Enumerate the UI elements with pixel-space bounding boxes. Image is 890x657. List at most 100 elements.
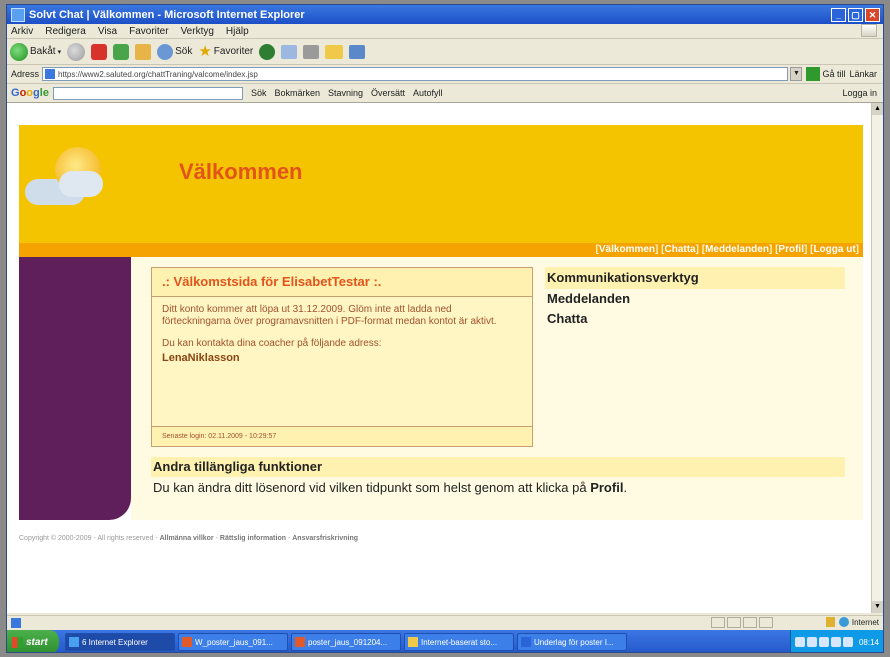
communication-tools: Kommunikationsverktyg Meddelanden Chatta xyxy=(545,267,845,329)
ie-status-icon xyxy=(11,618,21,628)
folder-icon xyxy=(325,44,344,59)
taskbar-item-poster1[interactable]: W_poster_jaus_091... xyxy=(178,633,288,651)
word-icon xyxy=(521,637,531,647)
other-functions: Andra tillängliga funktioner Du kan ändr… xyxy=(151,457,845,499)
taskbar-item-ie[interactable]: 6 Internet Explorer xyxy=(65,633,175,651)
forward-arrow-icon xyxy=(67,42,86,61)
tray-icon[interactable] xyxy=(842,637,853,647)
menu-help[interactable]: Hjälp xyxy=(226,26,249,37)
coach-contact-text: Du kan kontakta dina coacher på följande… xyxy=(162,338,382,349)
security-zone: Internet xyxy=(825,617,879,627)
close-button[interactable]: ✕ xyxy=(865,7,880,22)
tool-chat-link[interactable]: Chatta xyxy=(545,309,845,329)
cloud-icon xyxy=(59,171,103,197)
site-container: Välkommen [Välkommen] [Chatta] [Meddelan… xyxy=(19,125,863,520)
powerpoint-icon xyxy=(182,637,192,647)
google-spelling-button[interactable]: Stavning xyxy=(328,88,363,98)
google-autofill-button[interactable]: Autofyll xyxy=(413,88,443,98)
page-icon xyxy=(45,69,56,79)
menu-bar: Arkiv Redigera Visa Favoriter Verktyg Hj… xyxy=(7,24,883,39)
nav-chat[interactable]: Chatta xyxy=(664,244,695,255)
messenger-button[interactable] xyxy=(349,44,366,59)
taskbar-item-poster2[interactable]: poster_jaus_091204... xyxy=(291,633,401,651)
footer-link-legal[interactable]: Rättslig information xyxy=(220,535,286,542)
welcome-heading: .: Välkomstsida för ElisabetTestar :. xyxy=(152,268,532,297)
tray-icon[interactable] xyxy=(830,637,841,647)
google-signin-button[interactable]: Logga in xyxy=(842,88,877,98)
tool-messages-link[interactable]: Meddelanden xyxy=(545,289,845,309)
vertical-scrollbar[interactable]: ▲ ▼ xyxy=(871,103,883,613)
stop-button[interactable] xyxy=(91,43,108,60)
scroll-down-icon[interactable]: ▼ xyxy=(872,601,883,613)
favorites-button[interactable]: ★ Favoriter xyxy=(198,42,253,60)
status-cell xyxy=(727,617,741,628)
google-search-button[interactable]: Sök xyxy=(251,88,267,98)
refresh-button[interactable] xyxy=(113,43,130,60)
address-url: https://www2.saluted.org/chattTraning/va… xyxy=(58,69,258,79)
lock-icon xyxy=(825,617,835,627)
welcome-box: .: Välkomstsida för ElisabetTestar :. Di… xyxy=(151,267,533,447)
print-icon xyxy=(303,44,320,59)
tray-icon[interactable] xyxy=(794,637,805,647)
status-bar: Internet xyxy=(7,615,883,630)
google-translate-button[interactable]: Översätt xyxy=(371,88,405,98)
tray-icon[interactable] xyxy=(818,637,829,647)
go-button[interactable]: Gå till xyxy=(806,67,845,81)
mail-button[interactable] xyxy=(281,44,298,59)
status-cell xyxy=(759,617,773,628)
messenger-icon xyxy=(349,44,366,59)
menu-view[interactable]: Visa xyxy=(98,26,117,37)
minimize-button[interactable]: _ xyxy=(831,7,846,22)
folder-button[interactable] xyxy=(325,44,344,59)
nav-messages[interactable]: Meddelanden xyxy=(705,244,769,255)
ie-icon xyxy=(69,637,79,647)
address-bar: Adress https://www2.saluted.org/chattTra… xyxy=(7,65,883,84)
start-button[interactable]: start xyxy=(7,630,59,652)
menu-edit[interactable]: Redigera xyxy=(45,26,86,37)
nav-logout[interactable]: Logga ut xyxy=(813,244,855,255)
menu-file[interactable]: Arkiv xyxy=(11,26,33,37)
window-title: Solvt Chat | Välkommen - Microsoft Inter… xyxy=(29,8,305,21)
home-button[interactable] xyxy=(135,43,152,60)
footer-link-terms[interactable]: Allmänna villkor xyxy=(160,535,214,542)
taskbar: start 6 Internet Explorer W_poster_jaus_… xyxy=(7,630,883,652)
site-header: Välkommen xyxy=(19,125,863,243)
coach-name: LenaNiklasson xyxy=(162,352,240,364)
title-bar: Solvt Chat | Välkommen - Microsoft Inter… xyxy=(7,5,883,24)
windows-logo-icon xyxy=(861,24,877,37)
links-button[interactable]: Länkar xyxy=(849,69,877,79)
status-cell xyxy=(711,617,725,628)
address-dropdown[interactable]: ▼ xyxy=(790,67,803,81)
mail-icon xyxy=(281,44,298,59)
star-icon: ★ xyxy=(198,42,212,60)
history-button[interactable] xyxy=(259,43,276,60)
forward-button[interactable] xyxy=(67,42,86,61)
windows-flag-icon xyxy=(12,636,23,648)
scroll-up-icon[interactable]: ▲ xyxy=(872,103,883,115)
taskbar-item-word[interactable]: Underlag för poster I... xyxy=(517,633,627,651)
menu-tools[interactable]: Verktyg xyxy=(181,26,214,37)
refresh-icon xyxy=(113,43,130,60)
folder-icon xyxy=(408,637,418,647)
tray-icon[interactable] xyxy=(806,637,817,647)
back-button[interactable]: Bakåt ▾ xyxy=(10,42,61,61)
search-button[interactable]: Sök xyxy=(157,43,192,60)
clock: 08:14 xyxy=(858,637,879,647)
google-toolbar: Google Sök Bokmärken Stavning Översätt A… xyxy=(7,84,883,103)
maximize-button[interactable]: ▢ xyxy=(848,7,863,22)
google-bookmarks-button[interactable]: Bokmärken xyxy=(274,88,320,98)
print-button[interactable] xyxy=(303,44,320,59)
nav-welcome[interactable]: Välkommen xyxy=(599,244,655,255)
profile-link[interactable]: Profil xyxy=(590,480,623,495)
toolbar: Bakåt ▾ Sök ★ Favoriter xyxy=(7,39,883,65)
left-sidebar xyxy=(19,257,131,520)
address-input[interactable]: https://www2.saluted.org/chattTraning/va… xyxy=(42,67,789,81)
page-title: Välkommen xyxy=(179,159,303,184)
taskbar-item-folder[interactable]: Internet-baserat sto... xyxy=(404,633,514,651)
footer-link-disclaimer[interactable]: Ansvarsfriskrivning xyxy=(292,535,358,542)
google-search-input[interactable] xyxy=(52,86,243,100)
browser-window: Solvt Chat | Välkommen - Microsoft Inter… xyxy=(6,4,884,653)
menu-favorites[interactable]: Favoriter xyxy=(129,26,168,37)
nav-profile[interactable]: Profil xyxy=(778,244,804,255)
main-content: .: Välkomstsida för ElisabetTestar :. Di… xyxy=(131,257,863,520)
